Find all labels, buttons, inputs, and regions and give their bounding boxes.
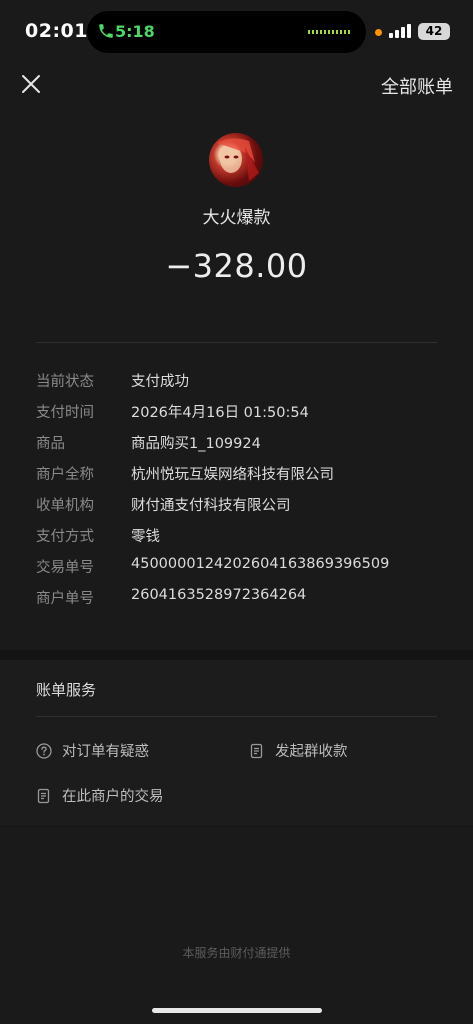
call-duration: 5:18 [115,22,155,41]
close-icon[interactable] [19,72,43,96]
merchant-name: 大火爆款 [202,208,271,228]
detail-value: 商品购买1_109924 [131,436,261,452]
transaction-details: 当前状态 支付成功 支付时间 2026年4月16日 01:50:54 商品 商品… [36,370,446,618]
detail-value: 2026年4月16日 01:50:54 [131,405,309,421]
detail-value: 支付成功 [131,374,189,390]
avatar-image [217,138,259,181]
detail-label: 收单机构 [36,498,94,514]
detail-label: 商户单号 [36,591,94,607]
signal-icon [389,24,411,38]
detail-value: 零钱 [131,529,160,545]
group-collection-label: 发起群收款 [275,744,348,760]
detail-label: 支付方式 [36,529,94,545]
divider [36,342,437,343]
detail-row-pay-method: 支付方式 零钱 [36,525,446,556]
bill-detail-page: 02:01 5:18 42 全部账单 大火爆款 −328.00 当前状态 支付成… [0,0,473,1024]
detail-label: 支付时间 [36,405,94,421]
detail-row-acquirer: 收单机构 财付通支付科技有限公司 [36,494,446,525]
status-time: 02:01 [25,20,88,42]
merchant-transactions-button[interactable]: 在此商户的交易 [36,785,164,806]
question-icon [36,742,52,759]
merchant-transactions-label: 在此商户的交易 [62,789,164,805]
payment-amount: −328.00 [165,247,308,285]
detail-row-product: 商品 商品购买1_109924 [36,432,446,463]
detail-value[interactable]: 4500000124202604163869396509 [131,556,389,572]
detail-value[interactable]: 2604163528972364264 [131,587,306,603]
battery-indicator: 42 [418,23,450,40]
detail-label: 商户全称 [36,467,94,483]
detail-label: 当前状态 [36,374,94,390]
section-separator [0,650,473,660]
detail-row-pay-time: 支付时间 2026年4月16日 01:50:54 [36,401,446,432]
phone-icon [99,24,113,38]
order-question-button[interactable]: 对订单有疑惑 [36,740,149,761]
detail-row-status: 当前状态 支付成功 [36,370,446,401]
waveform-icon [308,30,352,34]
recording-indicator-icon [375,29,382,36]
detail-row-merchant-order-id: 商户单号 2604163528972364264 [36,587,446,618]
home-indicator[interactable] [152,1008,322,1013]
bottom-area [0,827,473,1024]
detail-row-merchant-fullname: 商户全称 杭州悦玩互娱网络科技有限公司 [36,463,446,494]
all-bills-link[interactable]: 全部账单 [381,73,453,99]
divider [36,716,437,717]
detail-row-transaction-id: 交易单号 4500000124202604163869396509 [36,556,446,587]
bill-services-title: 账单服务 [36,681,97,699]
detail-label: 商品 [36,436,65,452]
status-bar: 02:01 5:18 42 [0,0,473,62]
document-icon [250,743,263,758]
detail-value: 财付通支付科技有限公司 [131,498,291,514]
document-icon [37,788,50,803]
order-question-label: 对订单有疑惑 [62,744,149,760]
detail-label: 交易单号 [36,560,94,576]
group-collection-button[interactable]: 发起群收款 [249,740,348,761]
detail-value[interactable]: 杭州悦玩互娱网络科技有限公司 [131,463,334,484]
merchant-avatar [209,133,263,187]
dynamic-island[interactable]: 5:18 [87,11,366,53]
footer-note: 本服务由财付通提供 [182,946,291,960]
